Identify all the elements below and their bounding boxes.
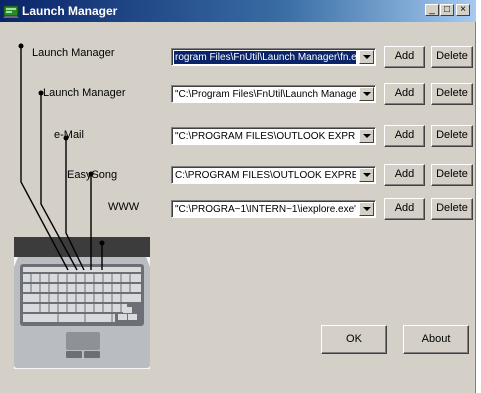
- path-combo-4[interactable]: C:\PROGRAM FILES\OUTLOOK EXPRESS: [171, 166, 376, 184]
- delete-button-1[interactable]: Delete: [431, 46, 473, 68]
- add-button-2[interactable]: Add: [384, 83, 425, 105]
- minimize-button[interactable]: _: [425, 4, 439, 16]
- delete-button-5[interactable]: Delete: [431, 198, 473, 220]
- title-bar[interactable]: Launch Manager _ □ ×: [0, 0, 476, 22]
- delete-button-3[interactable]: Delete: [431, 125, 473, 147]
- add-button-3[interactable]: Add: [384, 125, 425, 147]
- delete-button-2[interactable]: Delete: [431, 83, 473, 105]
- row-label-www: WWW: [108, 201, 140, 213]
- launch-manager-icon: [3, 5, 19, 18]
- chevron-down-icon[interactable]: [359, 202, 374, 216]
- chevron-down-icon[interactable]: [359, 87, 374, 101]
- chevron-down-icon[interactable]: [359, 129, 374, 143]
- close-button[interactable]: ×: [456, 4, 470, 16]
- minimize-icon: _: [429, 4, 435, 15]
- path-combo-1[interactable]: rogram Files\FnUtil\Launch Manager\fn.ex…: [171, 48, 376, 66]
- ok-button[interactable]: OK: [321, 325, 387, 354]
- add-button-4[interactable]: Add: [384, 164, 425, 186]
- path-combo-1-value: rogram Files\FnUtil\Launch Manager\fn.ex…: [174, 51, 356, 64]
- path-combo-3-value: "C:\PROGRAM FILES\OUTLOOK EXPRES: [175, 131, 356, 142]
- maximize-icon: □: [443, 4, 451, 15]
- chevron-down-icon[interactable]: [359, 50, 374, 64]
- about-button[interactable]: About: [403, 325, 469, 354]
- row-label-launch-manager-1: Launch Manager: [32, 47, 115, 59]
- launch-manager-window: Launch Manager _ □ × Launch Manager Laun…: [0, 0, 476, 393]
- row-label-email: e-Mail: [54, 129, 84, 141]
- close-icon: ×: [460, 4, 466, 15]
- add-button-1[interactable]: Add: [384, 46, 425, 68]
- window-title: Launch Manager: [22, 4, 118, 18]
- laptop-keyboard-image: [14, 237, 150, 369]
- path-combo-5-value: "C:\PROGRA~1\INTERN~1\iexplore.exe": [175, 204, 356, 215]
- path-combo-5[interactable]: "C:\PROGRA~1\INTERN~1\iexplore.exe": [171, 200, 376, 218]
- path-combo-4-value: C:\PROGRAM FILES\OUTLOOK EXPRESS: [175, 170, 356, 181]
- row-label-easysong: EasySong: [67, 169, 118, 181]
- delete-button-4[interactable]: Delete: [431, 164, 473, 186]
- row-label-launch-manager-2: Launch Manager: [43, 87, 126, 99]
- add-button-5[interactable]: Add: [384, 198, 425, 220]
- chevron-down-icon[interactable]: [359, 168, 374, 182]
- maximize-button[interactable]: □: [440, 4, 454, 16]
- path-combo-2-value: "C:\Program Files\FnUtil\Launch Manager\…: [175, 89, 356, 100]
- path-combo-3[interactable]: "C:\PROGRAM FILES\OUTLOOK EXPRES: [171, 127, 376, 145]
- path-combo-2[interactable]: "C:\Program Files\FnUtil\Launch Manager\…: [171, 85, 376, 103]
